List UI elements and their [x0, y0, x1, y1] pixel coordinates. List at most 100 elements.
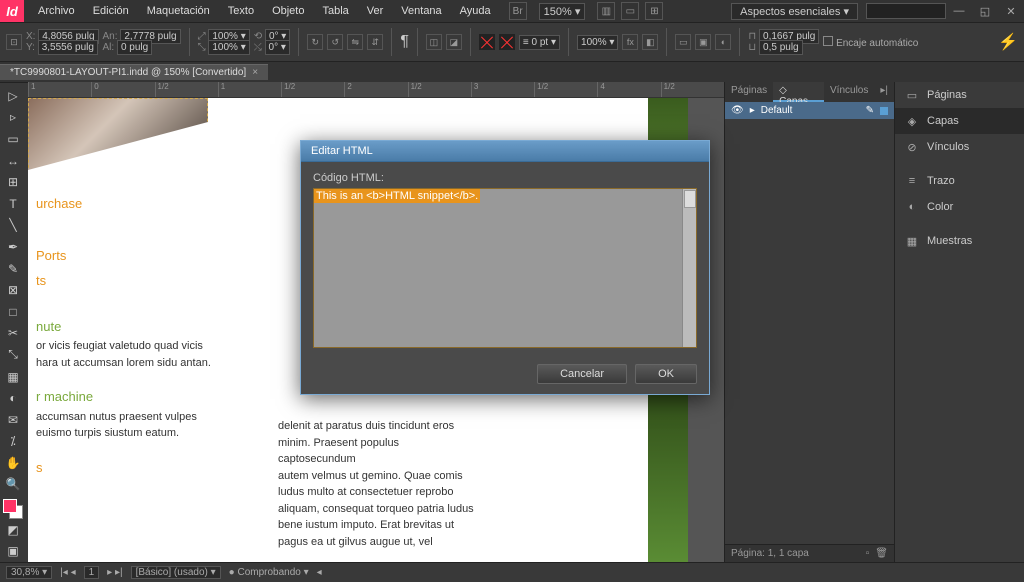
panel-muestras[interactable]: ▦Muestras	[895, 228, 1024, 254]
opacity-field[interactable]: 100% ▾	[577, 35, 618, 50]
tab-capas[interactable]: ◇ Capas	[773, 82, 824, 102]
shadow-icon[interactable]: ◧	[642, 34, 658, 50]
ok-button[interactable]: OK	[635, 364, 697, 384]
tab-vinculos[interactable]: Vínculos	[824, 82, 874, 102]
wrap-none-icon[interactable]: ▭	[675, 34, 691, 50]
y-field[interactable]: 3,5556 pulg	[38, 40, 98, 55]
menu-archivo[interactable]: Archivo	[30, 2, 83, 20]
scroll-left-icon[interactable]: ◂	[317, 567, 322, 578]
screen-mode-icon[interactable]: ▭	[621, 2, 639, 20]
page-tool[interactable]: ▭	[0, 128, 26, 150]
heading: nute	[36, 317, 236, 337]
select-container-icon[interactable]: ◫	[426, 34, 442, 50]
body-text: ludus multo at consectetuer reprobo	[278, 484, 478, 501]
color-swatch[interactable]	[3, 499, 23, 519]
content-collector-tool[interactable]: ⊞	[0, 171, 26, 193]
stroke-none-icon[interactable]	[499, 34, 515, 50]
scrollbar[interactable]	[682, 189, 696, 347]
style-status[interactable]: [Básico] (usado) ▾	[131, 566, 221, 579]
paragraph-icon[interactable]: ¶	[400, 33, 409, 51]
gradient-feather-tool[interactable]: ◐	[0, 387, 26, 409]
h-field[interactable]: 0 pulg	[117, 40, 152, 55]
flip-h-icon[interactable]: ⇋	[347, 34, 363, 50]
fx-icon[interactable]: fx	[622, 34, 638, 50]
menu-objeto[interactable]: Objeto	[264, 2, 312, 20]
free-transform-tool[interactable]: ⤡	[0, 344, 26, 366]
menu-ventana[interactable]: Ventana	[393, 2, 449, 20]
maximize-button[interactable]: ◱	[972, 2, 998, 20]
minimize-button[interactable]: —	[946, 2, 972, 20]
menu-ver[interactable]: Ver	[359, 2, 392, 20]
panel-paginas[interactable]: ▭Páginas	[895, 82, 1024, 108]
arrange-icon[interactable]: ⊞	[645, 2, 663, 20]
close-button[interactable]: ✕	[998, 2, 1024, 20]
fill-none-icon[interactable]	[479, 34, 495, 50]
page-nav-next-icon[interactable]: ▸ ▸|	[107, 567, 122, 578]
pencil-tool[interactable]: ✎	[0, 258, 26, 280]
scale-y-field[interactable]: 100% ▾	[208, 40, 249, 55]
shear-field[interactable]: 0° ▾	[265, 40, 290, 55]
flip-v-icon[interactable]: ⇵	[367, 34, 383, 50]
new-layer-icon[interactable]: ▫	[866, 548, 870, 559]
menu-maquetacion[interactable]: Maquetación	[139, 2, 218, 20]
gap-field[interactable]: 0,5 pulg	[759, 40, 803, 55]
zoom-tool[interactable]: 🔍	[0, 474, 26, 496]
rectangle-tool[interactable]: □	[0, 301, 26, 323]
panel-color[interactable]: ◐Color	[895, 194, 1024, 220]
panel-menu-icon[interactable]: ▸|	[874, 82, 894, 102]
wrap-shape-icon[interactable]: ◐	[715, 34, 731, 50]
ref-point-icon[interactable]: ⊡	[6, 34, 22, 50]
wrap-bbox-icon[interactable]: ▣	[695, 34, 711, 50]
layers-icon: ◈	[905, 114, 919, 128]
stroke-weight-field[interactable]: ≡ 0 pt ▾	[519, 35, 560, 50]
menu-texto[interactable]: Texto	[220, 2, 262, 20]
select-content-icon[interactable]: ◪	[446, 34, 462, 50]
panel-vinculos[interactable]: ⊘Vínculos	[895, 134, 1024, 160]
pen-icon[interactable]: ✎	[866, 105, 874, 116]
apply-color-icon[interactable]: ◩	[0, 519, 26, 541]
view-mode-tool[interactable]: ▣	[0, 541, 26, 563]
tab-paginas[interactable]: Páginas	[725, 82, 773, 102]
pen-tool[interactable]: ✒	[0, 236, 26, 258]
close-tab-icon[interactable]: ×	[252, 67, 258, 78]
gap-tool[interactable]: ↔	[0, 150, 26, 172]
panel-capas[interactable]: ◈Capas	[895, 108, 1024, 134]
image-frame-1[interactable]	[28, 98, 208, 178]
type-tool[interactable]: T	[0, 193, 26, 215]
menu-tabla[interactable]: Tabla	[314, 2, 356, 20]
gradient-swatch-tool[interactable]: ▦	[0, 366, 26, 388]
body-text: aliquam, consequat torqueo patria ludus	[278, 501, 478, 518]
lightning-icon[interactable]: ⚡	[998, 32, 1018, 52]
body-text: euismo turpis siustum eatum.	[36, 425, 236, 442]
rotate-cw-icon[interactable]: ↻	[307, 34, 323, 50]
layer-row[interactable]: 👁 ▸ Default ✎	[725, 102, 894, 119]
menu-ayuda[interactable]: Ayuda	[452, 2, 499, 20]
zoom-status[interactable]: 30,8% ▾	[6, 566, 52, 579]
note-tool[interactable]: ✉	[0, 409, 26, 431]
page-nav-prev-icon[interactable]: |◂ ◂	[60, 567, 75, 578]
hand-tool[interactable]: ✋	[0, 452, 26, 474]
chevron-icon[interactable]: ▸	[750, 105, 755, 116]
eyedropper-tool[interactable]: ⁒	[0, 431, 26, 453]
autofit-checkbox[interactable]	[823, 36, 833, 46]
document-tab[interactable]: *TC9990801-LAYOUT-PI1.indd @ 150% [Conve…	[0, 64, 268, 80]
selection-tool[interactable]: ▷	[0, 85, 26, 107]
view-mode-icon[interactable]: ▥	[597, 2, 615, 20]
rotate-ccw-icon[interactable]: ↺	[327, 34, 343, 50]
workspace-select[interactable]: Aspectos esenciales ▾	[731, 3, 858, 20]
delete-layer-icon[interactable]: 🗑	[875, 548, 888, 559]
cancel-button[interactable]: Cancelar	[537, 364, 627, 384]
bridge-icon[interactable]: Br	[509, 2, 527, 20]
scissors-tool[interactable]: ✂	[0, 323, 26, 345]
line-tool[interactable]: ╲	[0, 215, 26, 237]
page-field[interactable]: 1	[84, 566, 100, 579]
menu-edicion[interactable]: Edición	[85, 2, 137, 20]
panel-trazo[interactable]: ≡Trazo	[895, 168, 1024, 194]
dialog-title[interactable]: Editar HTML	[301, 141, 709, 162]
search-input[interactable]	[866, 3, 946, 19]
direct-selection-tool[interactable]: ▹	[0, 107, 26, 129]
html-code-textarea[interactable]: This is an <b>HTML snippet</b>.	[313, 188, 697, 348]
rectangle-frame-tool[interactable]: ⊠	[0, 279, 26, 301]
visibility-icon[interactable]: 👁	[731, 105, 744, 116]
zoom-select[interactable]: 150% ▾	[539, 3, 586, 20]
